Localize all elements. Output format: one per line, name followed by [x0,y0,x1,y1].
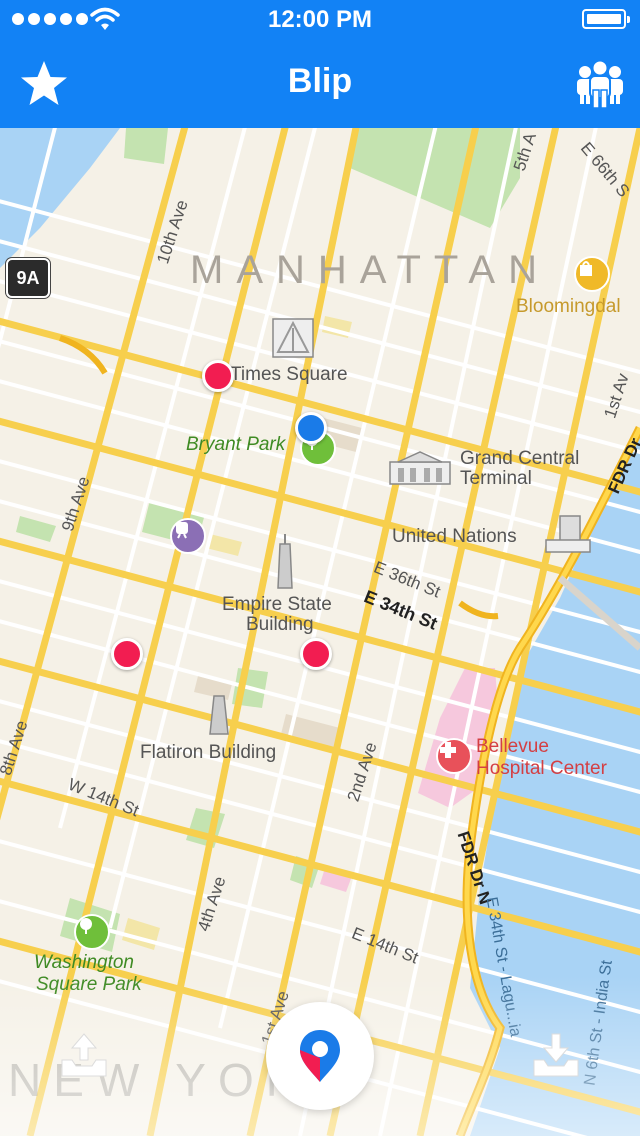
download-button[interactable] [530,1030,582,1082]
battery-icon [582,9,630,29]
bellevue-label-1[interactable]: Bellevue [476,736,549,758]
hospital-icon [436,738,472,774]
map-view[interactable]: MANHATTAN 9A Times Square Bryant Park Gr… [0,128,640,1136]
train-icon [170,518,206,554]
upload-tray-icon [61,1033,107,1077]
west-pin[interactable] [111,638,143,670]
people-icon [577,59,623,109]
highway-shield: 9A [6,258,50,298]
grand-central-label-1[interactable]: Grand Central [460,448,579,470]
un-building-icon [545,515,591,553]
bryant-park-label[interactable]: Bryant Park [186,434,285,456]
times-square-label[interactable]: Times Square [230,364,348,386]
status-bar: 12:00 PM [0,0,640,40]
page-title: Blip [287,62,353,100]
murray-hill-pin[interactable] [300,638,332,670]
current-location-pin[interactable] [295,412,327,444]
times-square-pin[interactable] [202,360,234,392]
flatiron-building-icon [209,695,229,735]
washington-square-label-1[interactable]: Washington [34,952,134,974]
drop-blip-button[interactable] [266,1002,374,1110]
tree-icon [74,914,110,950]
status-time: 12:00 PM [267,6,373,33]
grand-central-label-2[interactable]: Terminal [460,468,532,490]
washington-square-label-2[interactable]: Square Park [36,974,142,996]
bellevue-label-2[interactable]: Hospital Center [476,758,607,780]
navigation-bar: Blip [0,40,640,128]
grand-central-icon [389,451,451,485]
empire-state-label-2[interactable]: Building [246,614,314,636]
blip-logo-icon [300,1030,340,1082]
bloomingdales-label[interactable]: Bloomingdal [516,296,621,318]
shopping-bag-icon [574,256,610,292]
friends-button[interactable] [574,58,626,110]
download-tray-icon [533,1033,579,1077]
empire-state-label-1[interactable]: Empire State [222,594,332,616]
skyscraper-icon [277,534,293,589]
united-nations-label[interactable]: United Nations [392,526,517,548]
theater-icon [272,318,314,358]
flatiron-label[interactable]: Flatiron Building [140,742,276,764]
upload-button[interactable] [58,1030,110,1082]
area-label: MANHATTAN [190,248,550,292]
